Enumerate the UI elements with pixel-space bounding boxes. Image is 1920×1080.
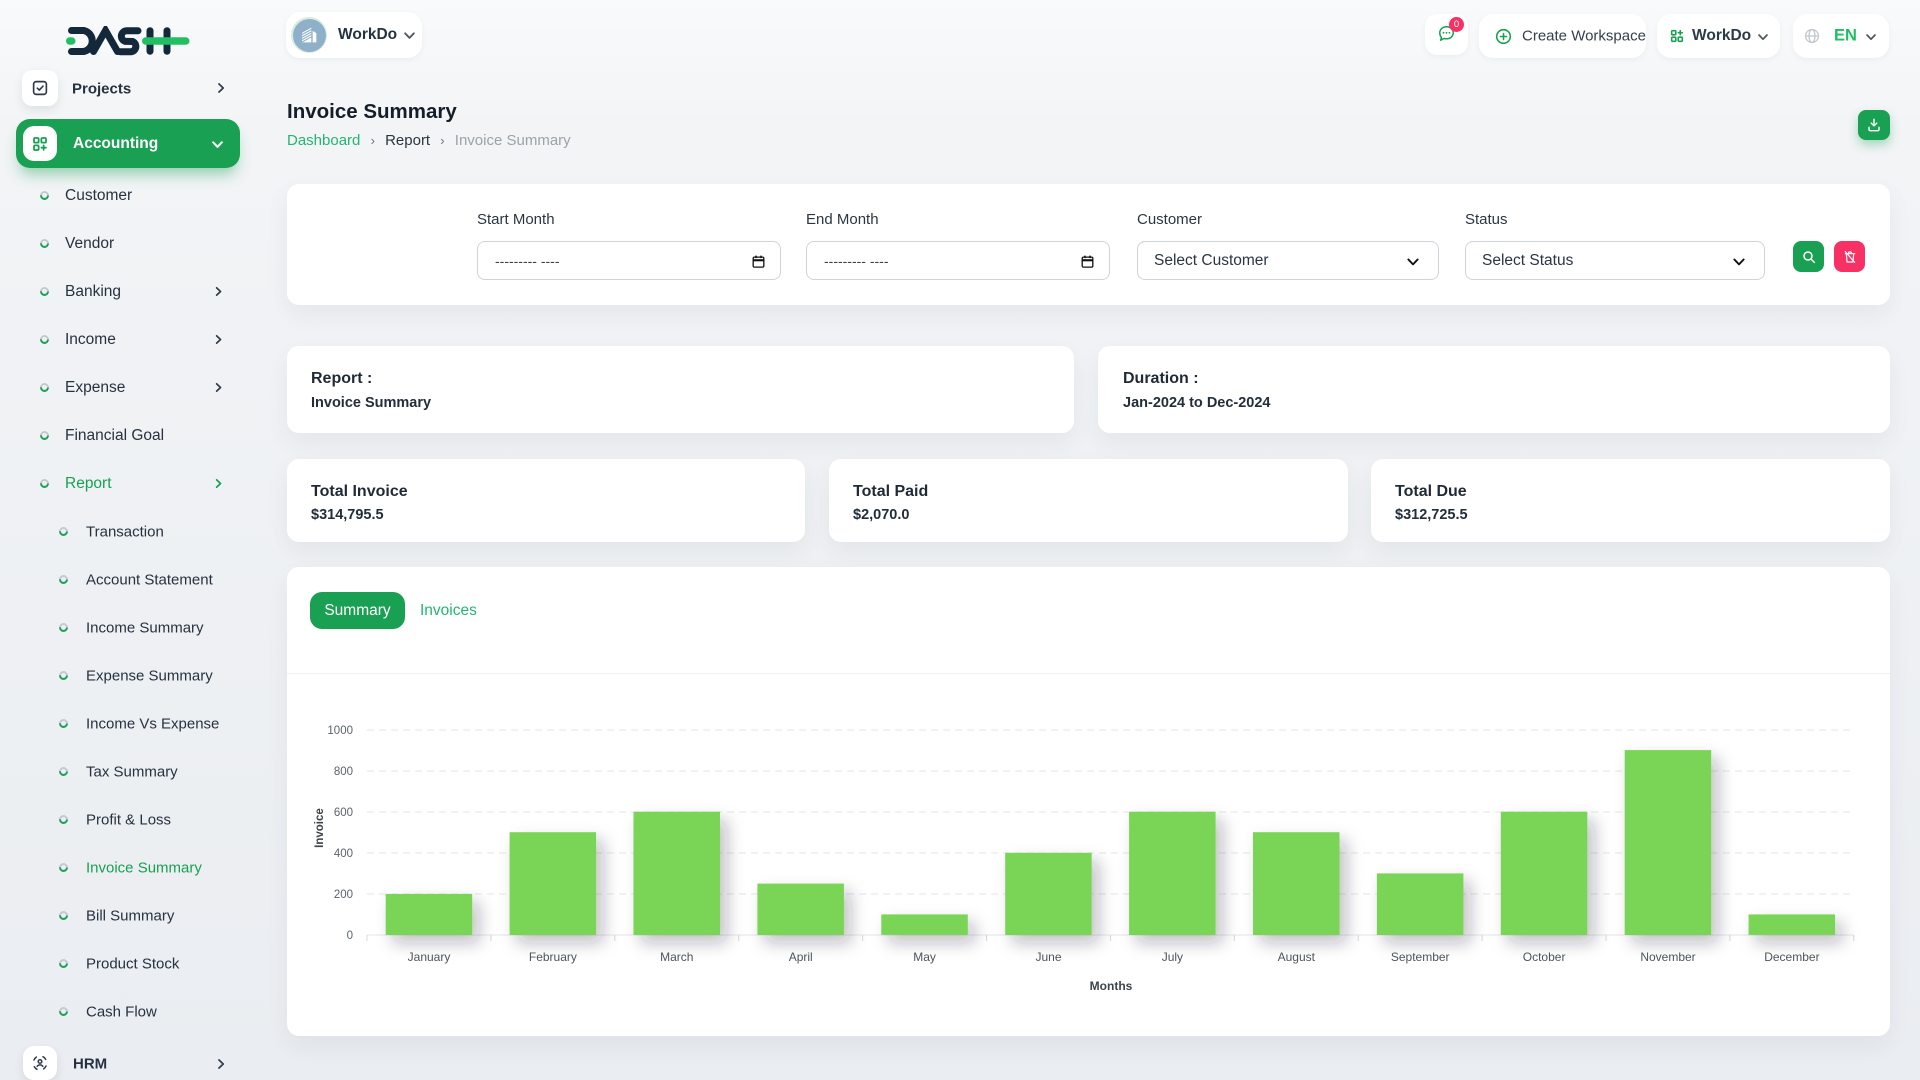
svg-text:January: January: [408, 950, 451, 964]
svg-text:August: August: [1278, 950, 1316, 964]
svg-text:March: March: [660, 950, 693, 964]
svg-text:400: 400: [334, 848, 353, 860]
svg-text:200: 200: [334, 889, 353, 901]
svg-text:November: November: [1640, 950, 1695, 964]
svg-text:600: 600: [334, 807, 353, 819]
svg-text:July: July: [1162, 950, 1183, 964]
svg-text:June: June: [1035, 950, 1061, 964]
svg-text:February: February: [529, 950, 577, 964]
svg-text:Months: Months: [1090, 979, 1133, 993]
svg-text:Invoice: Invoice: [314, 808, 326, 848]
svg-text:April: April: [789, 950, 813, 964]
svg-text:1000: 1000: [327, 725, 353, 737]
svg-text:December: December: [1764, 950, 1819, 964]
svg-text:October: October: [1523, 950, 1566, 964]
svg-text:September: September: [1391, 950, 1450, 964]
svg-text:May: May: [913, 950, 936, 964]
svg-text:0: 0: [347, 930, 353, 942]
svg-text:800: 800: [334, 766, 353, 778]
